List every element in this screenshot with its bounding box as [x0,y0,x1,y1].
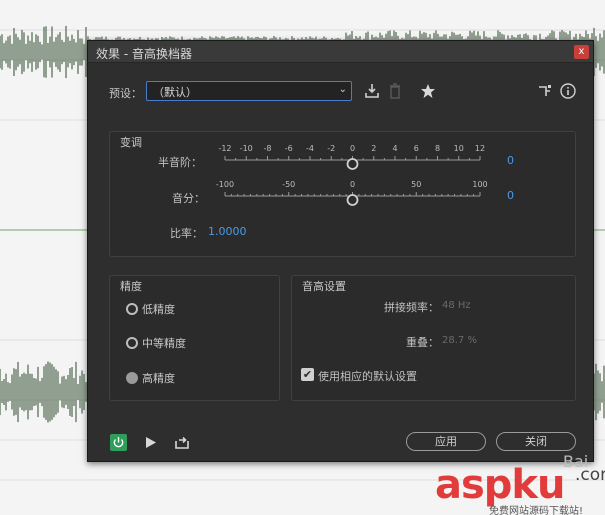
semitone-slider[interactable]: -12 -10 -8 -6 -4 -2 0 2 4 6 8 10 12 [210,142,490,182]
cents-label: 音分： [172,192,205,205]
radio-label: 低精度 [142,303,175,316]
semitone-tick-label: 6 [414,144,419,153]
close-button[interactable]: 关闭 [496,432,576,451]
use-defaults-checkbox[interactable]: ✔ [301,368,314,381]
cents-tick-label: 50 [411,180,421,189]
power-icon [113,437,124,448]
semitone-value[interactable]: 0 [507,154,514,167]
semitone-tick-label: -10 [240,144,253,153]
transpose-section: 变调 半音阶： 音分： -12 -10 -8 -6 -4 -2 0 2 4 6 8 10 12 -100… [109,131,576,257]
radio-low-precision[interactable]: 低精度 [126,301,175,317]
site-watermark: aspku .com 免费网站源码下载站! [435,462,605,515]
preset-dropdown[interactable]: （默认） ⌄ [146,81,352,101]
cents-tick-label: -50 [282,180,295,189]
transpose-title: 变调 [120,136,142,149]
semitone-tick-label: -2 [327,144,335,153]
semitone-tick-label: -6 [285,144,293,153]
semitone-tick-label: -8 [264,144,272,153]
radio-circle-icon [126,337,138,349]
semitone-tick-label: 2 [371,144,376,153]
splice-frequency-label: 拼接频率： [384,301,439,314]
save-preset-icon[interactable] [364,83,380,99]
ratio-value: 1.0000 [208,225,247,238]
radio-label: 高精度 [142,372,175,385]
pitch-settings-title: 音高设置 [302,280,346,293]
radio-circle-icon [126,303,138,315]
radio-high-precision[interactable]: 高精度 [126,370,175,386]
cents-value[interactable]: 0 [507,189,514,202]
semitone-thumb [346,158,359,170]
splice-frequency-value: 48 Hz [442,300,471,311]
play-icon[interactable] [145,436,157,449]
trash-icon[interactable] [387,83,403,99]
semitone-tick-label: 8 [435,144,440,153]
cents-tick-label: -100 [216,180,234,189]
watermark-subtitle: 免费网站源码下载站! [489,506,584,515]
star-icon[interactable] [420,83,436,99]
info-icon[interactable] [560,83,576,99]
semitone-tick-label: 10 [454,144,464,153]
cents-tick-label: 100 [472,180,487,189]
overlap-value: 28.7 % [442,335,477,346]
preset-label: 预设： [109,87,142,100]
cents-tick-label: 0 [350,180,355,189]
radio-selected-icon [126,372,138,384]
dialog-titlebar[interactable]: 效果 - 音高换档器 x [88,41,593,63]
pitch-shifter-dialog: 效果 - 音高换档器 x 预设： （默认） ⌄ 变调 半音阶： 音分： -12-… [87,40,594,462]
cents-thumb [346,194,359,206]
ratio-label: 比率： [170,227,203,240]
overlap-label: 重叠： [406,336,439,349]
use-defaults-label: 使用相应的默认设置 [318,370,417,383]
close-window-button[interactable]: x [574,45,589,59]
power-toggle-button[interactable] [110,434,127,451]
semitone-tick-label: 12 [475,144,485,153]
chevron-down-icon: ⌄ [338,84,347,95]
semitone-tick-label: 4 [392,144,397,153]
watermark-bai: Bai [563,452,589,471]
semitone-label: 半音阶： [158,156,202,169]
apply-button[interactable]: 应用 [406,432,486,451]
precision-section: 精度 低精度 中等精度 高精度 [109,275,280,401]
channel-routing-icon[interactable] [537,83,553,99]
semitone-tick-label: -12 [218,144,231,153]
cents-slider[interactable]: -100 -50 0 50 100 [210,178,490,218]
loop-icon[interactable] [174,436,190,449]
dialog-title: 效果 - 音高换档器 [96,47,192,61]
semitone-tick-label: 0 [350,144,355,153]
pitch-settings-section: 音高设置 拼接频率： 48 Hz 重叠： 28.7 % ✔ 使用相应的默认设置 [291,275,576,401]
preset-value: （默认） [153,86,197,99]
radio-medium-precision[interactable]: 中等精度 [126,335,186,351]
semitone-tick-label: -4 [306,144,314,153]
precision-title: 精度 [120,280,142,293]
radio-label: 中等精度 [142,337,186,350]
